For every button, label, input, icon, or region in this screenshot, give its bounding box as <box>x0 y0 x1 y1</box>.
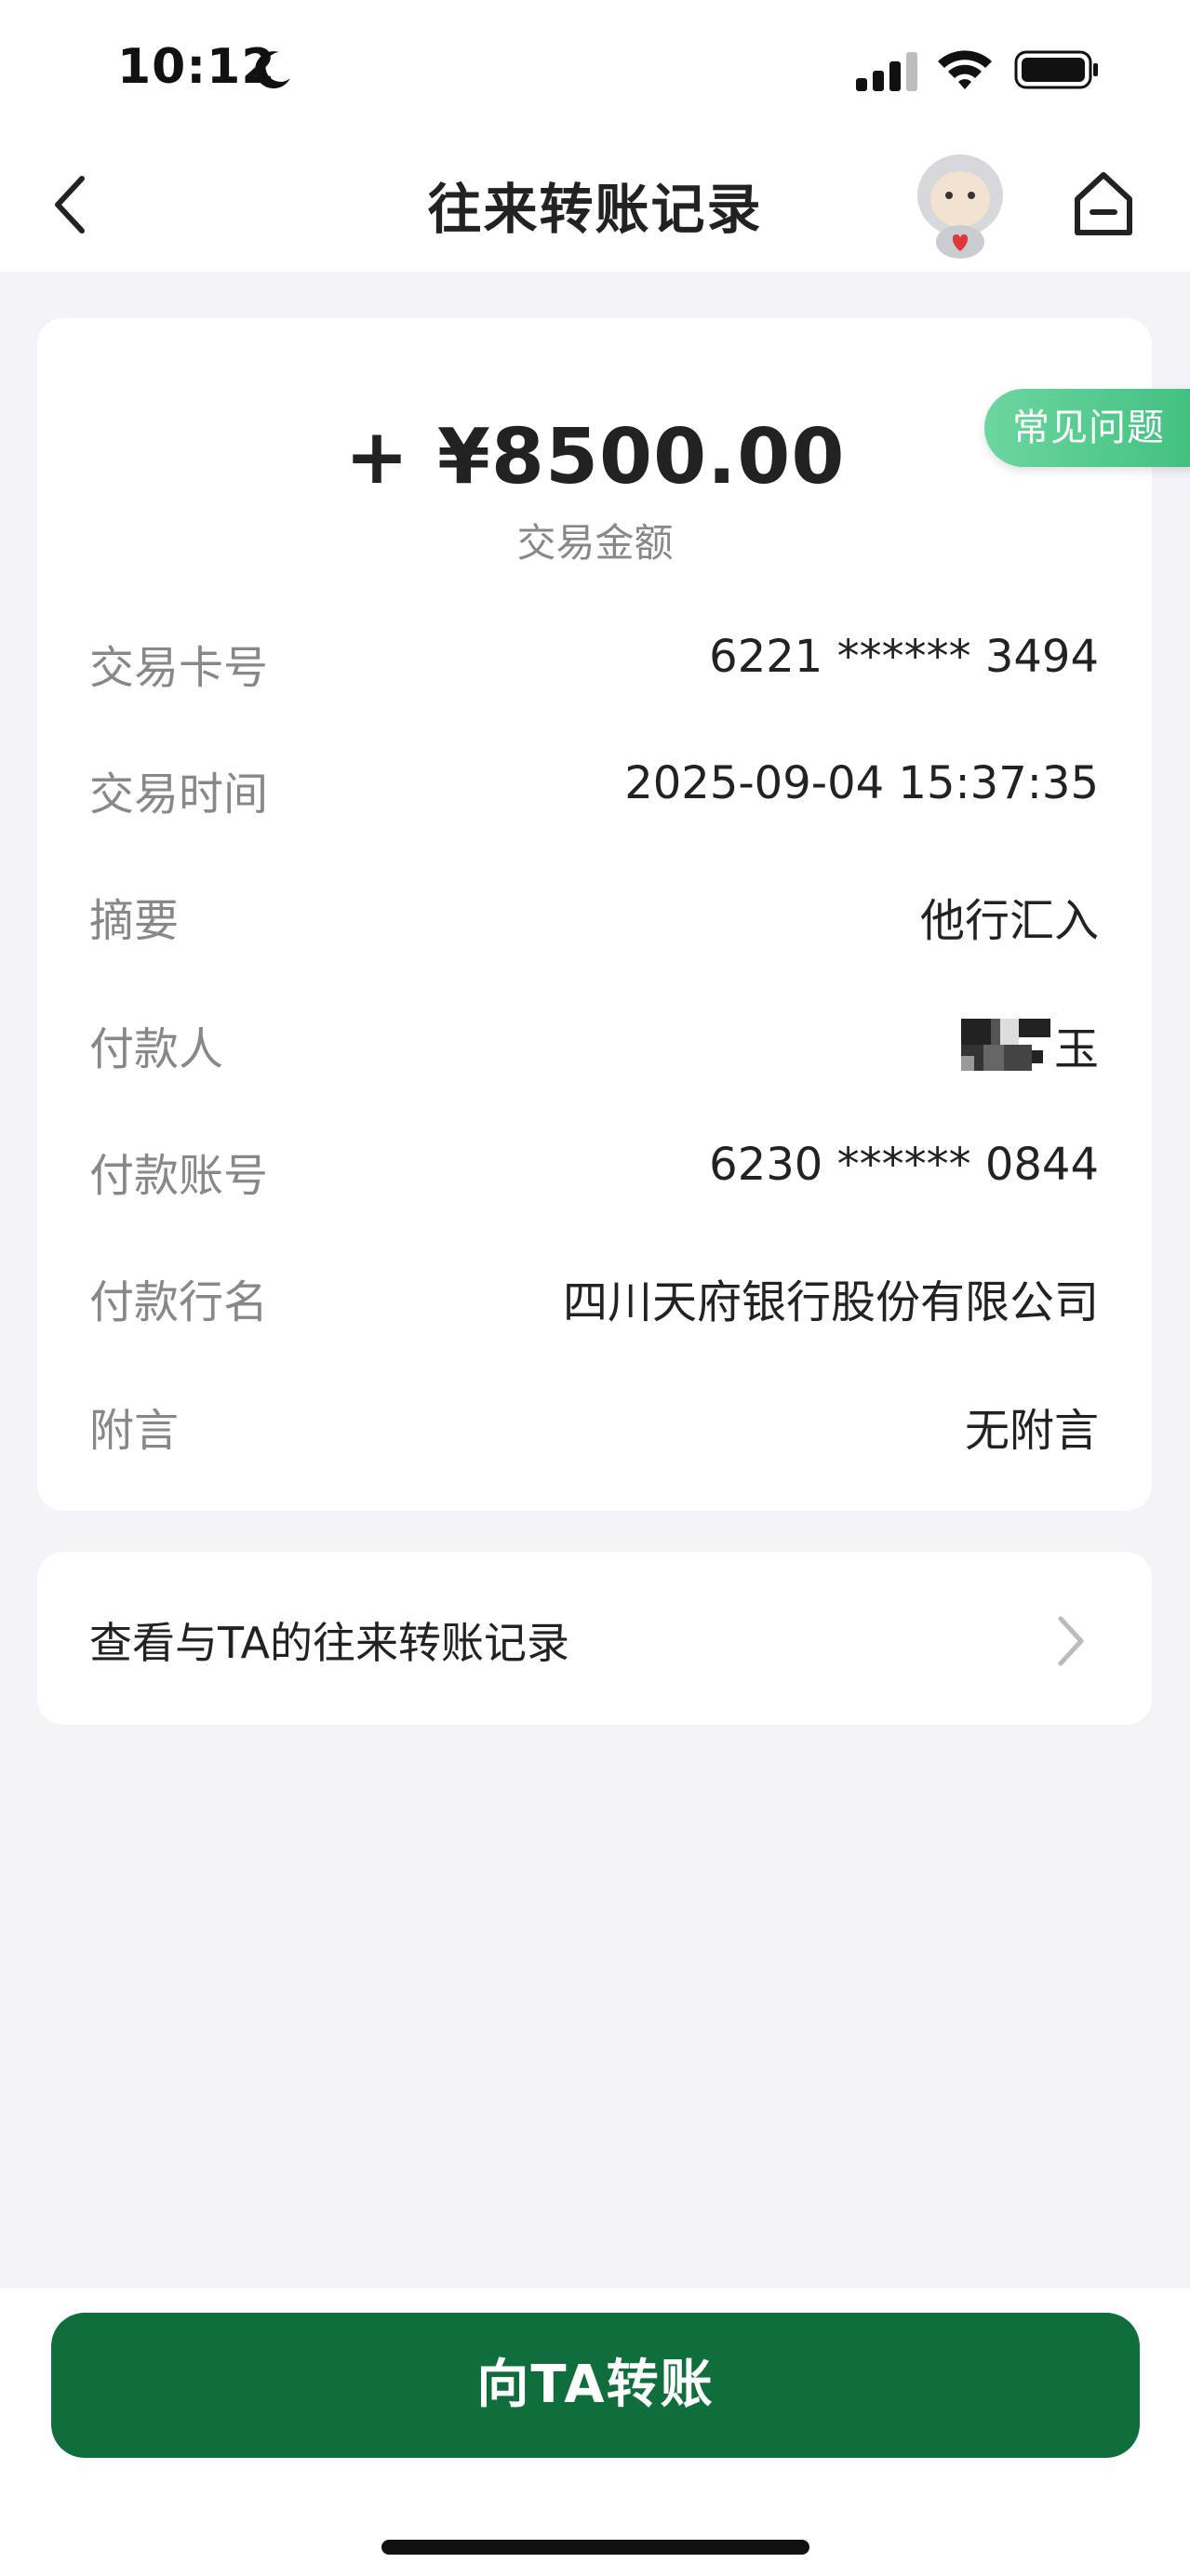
nav-bar: 往来转账记录 <box>0 140 1190 272</box>
transfer-history-label: 查看与TA的往来转账记录 <box>89 1618 569 1668</box>
payer-account-label: 付款账号 <box>89 1150 269 1202</box>
moon-icon <box>255 51 290 89</box>
payer-account-value: 6230 ****** 0844 <box>709 1139 1099 1191</box>
payer-bank-value: 四川天府银行股份有限公司 <box>562 1276 1099 1328</box>
payer-bank-label: 付款行名 <box>89 1276 269 1328</box>
home-icon[interactable] <box>1070 167 1137 238</box>
payer-value: 玉 <box>960 1012 1099 1077</box>
wifi-icon <box>938 50 992 89</box>
transaction-amount-label: 交易金额 <box>516 520 674 566</box>
summary-value: 他行汇入 <box>919 895 1099 947</box>
remark-value: 无附言 <box>964 1405 1099 1457</box>
transfer-to-ta-button[interactable]: 向TA转账 <box>51 2313 1140 2458</box>
battery-icon <box>1014 50 1098 89</box>
transfer-history-link[interactable]: 查看与TA的往来转账记录 <box>37 1552 1152 1725</box>
mascot-icon[interactable] <box>908 147 1012 262</box>
card-number-value: 6221 ****** 3494 <box>709 631 1099 683</box>
signal-icon <box>856 52 917 91</box>
home-indicator <box>381 2540 809 2555</box>
status-bar: 10:12 <box>0 0 1190 140</box>
transaction-time-label: 交易时间 <box>89 768 269 821</box>
transaction-amount: + ¥8500.00 <box>344 413 846 501</box>
summary-label: 摘要 <box>89 895 180 947</box>
transaction-time-value: 2025-09-04 15:37:35 <box>624 757 1099 809</box>
remark-label: 附言 <box>89 1405 180 1457</box>
chevron-right-icon <box>1058 1616 1084 1666</box>
payer-label: 付款人 <box>89 1023 224 1075</box>
card-number-label: 交易卡号 <box>89 642 269 694</box>
redacted-mosaic <box>960 1019 1050 1071</box>
payer-name: 玉 <box>1053 1023 1099 1075</box>
